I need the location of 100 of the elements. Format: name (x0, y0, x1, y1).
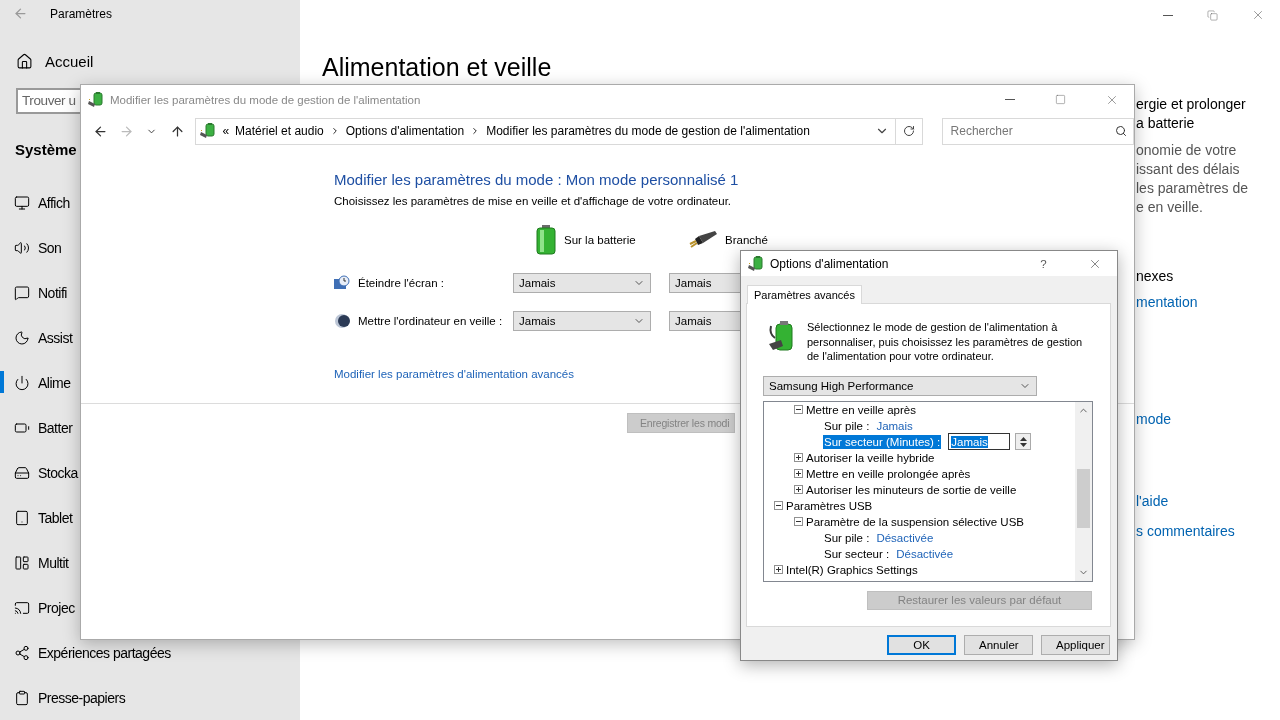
tree-item[interactable]: Autoriser les minuteurs de sortie de veille (806, 483, 1017, 496)
page-subheading: Choisissez les paramètres de mise en veille et d'affichage de votre ordinateur. (334, 195, 733, 207)
collapse-toggle[interactable] (794, 405, 803, 414)
dropdown[interactable]: Jamais (513, 311, 651, 331)
expand-toggle[interactable] (774, 565, 783, 574)
setting-value-link[interactable]: Désactivée (876, 531, 934, 544)
expand-toggle[interactable] (794, 453, 803, 462)
back-icon[interactable] (13, 6, 28, 22)
scrollbar[interactable] (1075, 401, 1092, 581)
tree-item[interactable]: Mettre en veille prolongée après (806, 467, 971, 480)
nav-item[interactable]: Assist (38, 329, 73, 346)
setting-label[interactable]: Sur pile : (823, 418, 871, 433)
help-link[interactable]: l'aide (1136, 492, 1280, 511)
nav-item[interactable]: Notifi (38, 284, 67, 301)
tree-item[interactable]: Intel(R) Graphics Settings (786, 563, 918, 576)
dialog-title: Options d'alimentation (770, 256, 890, 271)
forward-icon (118, 123, 134, 139)
home-icon[interactable] (16, 52, 33, 70)
cast-icon (14, 599, 30, 616)
nav-item[interactable]: Affich (38, 194, 70, 211)
column-heading: Sur la batterie (564, 234, 636, 246)
help-button[interactable]: ? (1021, 248, 1066, 279)
moon-icon (14, 329, 30, 346)
side-heading: nexes (1136, 267, 1175, 286)
nav-item[interactable]: Expériences partagées (38, 644, 171, 661)
battery-plug-icon (88, 91, 104, 108)
nav-item[interactable]: Stocka (38, 464, 78, 481)
spin-arrows-icon (1019, 435, 1027, 448)
page-heading: Modifier les paramètres du mode : Mon mode personnalisé 1 (334, 171, 740, 188)
minutes-field[interactable]: Jamais (948, 433, 1011, 450)
restore-icon (1207, 9, 1218, 21)
breadcrumb[interactable]: Modifier les paramètres du mode de gestion de l'alimentation (486, 124, 810, 138)
side-heading: ergie et prolonger (1136, 95, 1247, 114)
nav-item[interactable]: Son (38, 239, 62, 256)
layout-icon (14, 554, 30, 571)
search-field[interactable]: Rechercher (941, 117, 1134, 145)
nav-item[interactable]: Multit (38, 554, 69, 571)
help-link[interactable]: mentation (1136, 293, 1280, 312)
tree-item[interactable]: Autoriser la veille hybride (806, 451, 935, 464)
share-icon (14, 644, 30, 661)
plan-dropdown[interactable]: Samsung High Performance (763, 375, 1037, 396)
nav-item[interactable]: Presse-papiers (38, 689, 126, 706)
column-heading: Branché (725, 234, 768, 246)
setting-value-link[interactable]: Jamais (876, 419, 913, 432)
moon-sphere-icon (334, 313, 350, 329)
battery-plug-icon (748, 255, 764, 272)
home-link[interactable]: Accueil (45, 52, 94, 70)
setting-value-link[interactable]: Désactivée (896, 547, 954, 560)
setting-label[interactable]: Sur secteur (Minutes) : (823, 434, 942, 449)
collapse-toggle[interactable] (794, 517, 803, 526)
battery-icon (536, 225, 556, 255)
speaker-icon (14, 239, 30, 256)
power-icon (14, 374, 30, 391)
plug-icon (689, 231, 717, 249)
dialog-button[interactable]: Annuler (964, 635, 1033, 655)
help-link[interactable]: mode (1136, 410, 1280, 429)
tab[interactable]: Paramètres avancés (747, 285, 862, 304)
search-field[interactable]: Trouver u (16, 87, 80, 114)
side-text: les paramètres de (1136, 179, 1250, 198)
minimize-icon (1004, 99, 1015, 100)
advanced-settings-link[interactable]: Modifier les paramètres d'alimentation avancés (334, 368, 574, 380)
nav-item[interactable]: Tablet (38, 509, 73, 526)
expand-toggle[interactable] (794, 469, 803, 478)
up-icon (170, 123, 186, 139)
nav-item[interactable]: Alime (38, 374, 71, 391)
dialog-button[interactable]: OK (887, 635, 956, 655)
setting-label: Éteindre l'écran : (358, 277, 444, 289)
description: Sélectionnez le mode de gestion de l'alimentation à personnaliser, puis choisissez les paramètres de gestion de l'alimentation pour votre ordinateur. (807, 320, 1083, 364)
clipboard-icon (14, 689, 30, 706)
app-title: Paramètres (50, 6, 113, 21)
maximize-icon (1055, 94, 1066, 105)
back-icon (93, 123, 109, 139)
battery-plug-icon (200, 123, 217, 139)
section-title: Système (15, 141, 77, 158)
setting-label[interactable]: Sur secteur : (823, 546, 891, 561)
tree-item[interactable]: Paramètre de la suspension sélective USB (806, 515, 1024, 528)
tree-item[interactable]: Mettre en veille après (806, 403, 916, 416)
dialog-button[interactable]: Appliquer (1041, 635, 1110, 655)
nav-item[interactable]: Projec (38, 599, 75, 616)
minimize-icon (1162, 14, 1173, 16)
side-text: e en veille. (1136, 198, 1204, 217)
drive-icon (14, 464, 30, 481)
breadcrumb[interactable]: Matériel et audio (235, 124, 324, 138)
window-title: Modifier les paramètres du mode de gestion de l'alimentation (110, 93, 422, 106)
expand-toggle[interactable] (794, 485, 803, 494)
side-text: onomie de votre (1136, 141, 1238, 160)
breadcrumb-overflow[interactable]: « (222, 124, 230, 138)
breadcrumb[interactable]: Options d'alimentation (345, 124, 465, 138)
dropdown[interactable]: Jamais (513, 273, 651, 293)
refresh-icon (902, 125, 915, 137)
nav-item[interactable]: Batter (38, 419, 73, 436)
tree-item[interactable]: Paramètres USB (786, 499, 873, 512)
monitor-icon (14, 194, 30, 211)
spin-buttons[interactable] (1015, 433, 1032, 450)
help-link[interactable]: s commentaires (1136, 522, 1280, 541)
monitor-clock-icon (334, 275, 350, 291)
address-bar[interactable]: « Matériel et audio Options d'alimentation Modifier les paramètres du mode de gestion de l'alimentation (195, 117, 923, 145)
message-icon (14, 284, 30, 301)
collapse-toggle[interactable] (774, 501, 783, 510)
setting-label[interactable]: Sur pile : (823, 530, 871, 545)
